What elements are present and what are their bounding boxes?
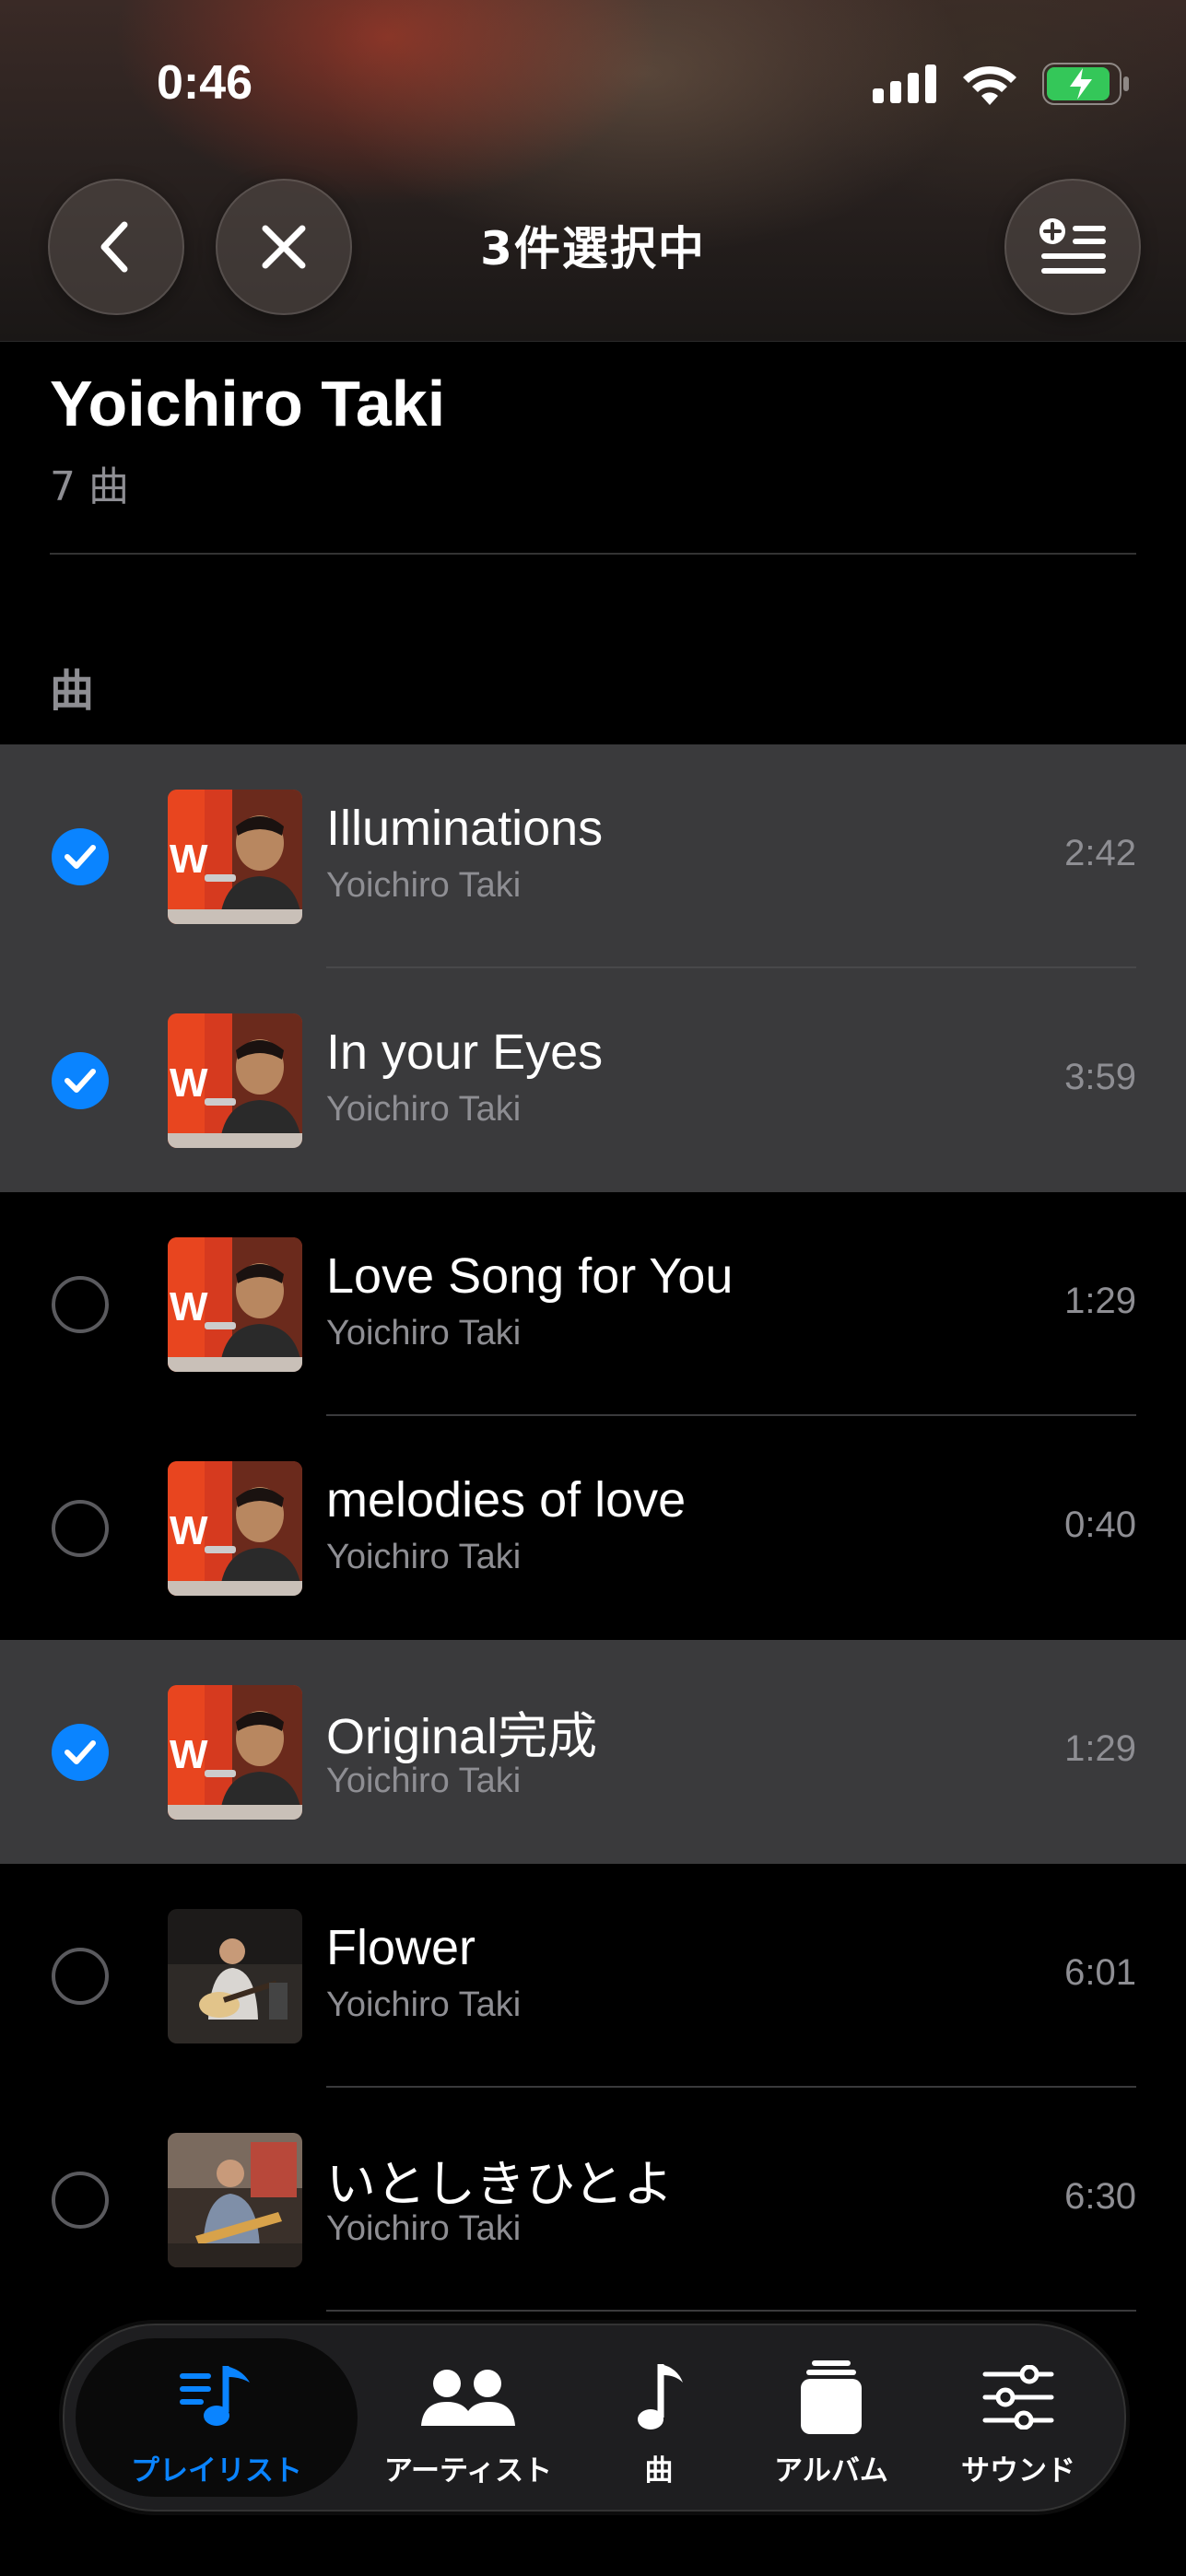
album-artwork [168, 2133, 302, 2267]
empty-circle-icon[interactable] [52, 1948, 109, 2005]
header: 0:46 3件選択中 [0, 0, 1186, 342]
song-title: melodies of love [326, 1472, 687, 1528]
artists-icon [421, 2370, 515, 2426]
album-artwork: W [168, 1237, 302, 1372]
empty-circle-icon[interactable] [52, 1276, 109, 1333]
song-row[interactable]: Flower Yoichiro Taki 6:01 [0, 1864, 1186, 2088]
song-duration: 0:40 [1064, 1505, 1136, 1545]
svg-text:W: W [170, 1060, 208, 1106]
song-duration: 3:59 [1064, 1057, 1136, 1097]
tab-label: アルバム [774, 2454, 888, 2488]
song-artist: Yoichiro Taki [326, 1538, 522, 1576]
album-icon [801, 2360, 862, 2434]
battery-charging-icon [1042, 63, 1129, 105]
svg-text:W: W [170, 1508, 208, 1553]
empty-circle-icon[interactable] [52, 2172, 109, 2229]
wifi-icon [963, 65, 1016, 105]
divider [50, 553, 1136, 555]
artist-info: Yoichiro Taki 7 曲 [50, 367, 445, 512]
song-duration: 6:01 [1064, 1952, 1136, 1993]
tab-sound[interactable]: サウンド [923, 2325, 1113, 2510]
checkmark-circle-icon[interactable] [52, 1052, 109, 1109]
album-artwork: W [168, 1461, 302, 1596]
album-artwork: W [168, 1013, 302, 1148]
song-duration: 6:30 [1064, 2176, 1136, 2217]
tab-songs[interactable]: 曲 [579, 2325, 739, 2510]
song-title: Original完成 [326, 1709, 598, 1764]
song-duration: 1:29 [1064, 1281, 1136, 1321]
tab-label: アーティスト [383, 2454, 553, 2488]
section-label: 曲 [50, 665, 95, 717]
song-row[interactable]: いとしきひとよ Yoichiro Taki 6:30 [0, 2088, 1186, 2312]
song-title: In your Eyes [326, 1025, 604, 1080]
song-title: Illuminations [326, 801, 604, 856]
tab-artists[interactable]: アーティスト [358, 2325, 579, 2510]
song-row[interactable]: W Original完成 Yoichiro Taki 1:29 [0, 1640, 1186, 1864]
song-title: いとしきひとよ [326, 2157, 674, 2212]
status-time: 0:46 [157, 56, 253, 110]
svg-text:W: W [170, 1732, 208, 1777]
song-row[interactable]: W In your Eyes Yoichiro Taki 3:59 [0, 968, 1186, 1192]
song-title: Flower [326, 1920, 476, 1975]
empty-circle-icon[interactable] [52, 1500, 109, 1557]
song-list: W Illuminations Yoichiro Taki 2:42 W In your … [0, 744, 1186, 2312]
song-row[interactable]: W Illuminations Yoichiro Taki 2:42 [0, 744, 1186, 968]
song-artist: Yoichiro Taki [326, 1090, 522, 1129]
checkmark-circle-icon[interactable] [52, 828, 109, 885]
song-artist: Yoichiro Taki [326, 2209, 522, 2248]
album-artwork: W [168, 1685, 302, 1820]
svg-text:W: W [170, 837, 208, 882]
row-divider [326, 2310, 1136, 2312]
sliders-icon [982, 2365, 1054, 2430]
song-artist: Yoichiro Taki [326, 866, 522, 905]
cellular-signal-icon [873, 64, 936, 103]
album-artwork [168, 1909, 302, 2043]
tab-label: プレイリスト [131, 2454, 302, 2488]
status-icons [873, 63, 1131, 105]
song-artist: Yoichiro Taki [326, 1985, 522, 2024]
playlist-icon [180, 2366, 250, 2426]
tab-label: サウンド [961, 2454, 1075, 2488]
song-duration: 1:29 [1064, 1728, 1136, 1769]
svg-text:W: W [170, 1284, 208, 1329]
song-duration: 2:42 [1064, 833, 1136, 873]
tab-label: 曲 [644, 2454, 674, 2488]
artist-name: Yoichiro Taki [50, 368, 446, 439]
song-count: 7 曲 [50, 463, 129, 510]
add-to-list-icon [1039, 218, 1106, 274]
song-row[interactable]: Wmelodies of love Yoichiro Taki 0:40 [0, 1416, 1186, 1640]
music-note-icon [638, 2364, 683, 2430]
tab-albums[interactable]: アルバム [739, 2325, 923, 2510]
tab-bar: プレイリスト アーティスト 曲 アルバム サウンド [63, 2324, 1126, 2512]
song-row[interactable]: W Love Song for You Yoichiro Taki 1:29 [0, 1192, 1186, 1416]
song-artist: Yoichiro Taki [326, 1762, 522, 1800]
checkmark-circle-icon[interactable] [52, 1724, 109, 1781]
add-to-playlist-button[interactable] [1004, 179, 1141, 315]
song-title: Love Song for You [326, 1248, 734, 1304]
tab-playlists[interactable]: プレイリスト [76, 2325, 358, 2510]
song-artist: Yoichiro Taki [326, 1314, 522, 1352]
album-artwork: W [168, 790, 302, 924]
